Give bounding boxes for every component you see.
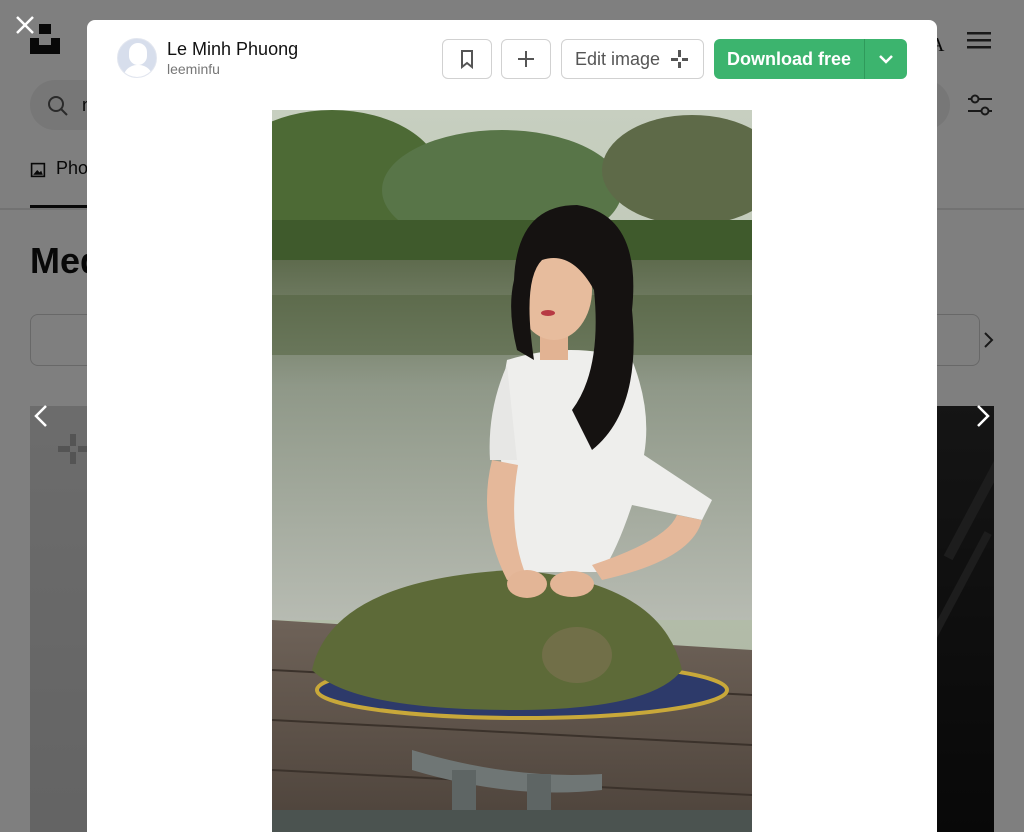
add-to-collection-button[interactable] bbox=[501, 39, 551, 79]
edit-image-button[interactable]: Edit image bbox=[561, 39, 704, 79]
bookmark-icon bbox=[461, 50, 473, 69]
close-icon[interactable] bbox=[12, 12, 38, 38]
bookmark-button[interactable] bbox=[442, 39, 492, 79]
chevron-down-icon bbox=[879, 55, 893, 64]
main-photo[interactable] bbox=[272, 110, 752, 832]
photo-illustration bbox=[272, 110, 752, 832]
download-button[interactable]: Download free bbox=[714, 39, 864, 79]
photo-modal: Le Minh Phuong leeminfu Edit image Downl… bbox=[87, 20, 937, 832]
plus-icon bbox=[518, 51, 534, 67]
edit-image-label: Edit image bbox=[574, 48, 661, 69]
chevron-right-icon[interactable] bbox=[968, 402, 996, 430]
author-username[interactable]: leeminfu bbox=[167, 60, 298, 78]
edit-sparkle-icon bbox=[671, 50, 689, 68]
author-info[interactable]: Le Minh Phuong leeminfu bbox=[117, 38, 298, 78]
author-name[interactable]: Le Minh Phuong bbox=[167, 38, 298, 60]
avatar[interactable] bbox=[117, 38, 157, 78]
chevron-left-icon[interactable] bbox=[28, 402, 56, 430]
download-options-button[interactable] bbox=[864, 39, 907, 79]
